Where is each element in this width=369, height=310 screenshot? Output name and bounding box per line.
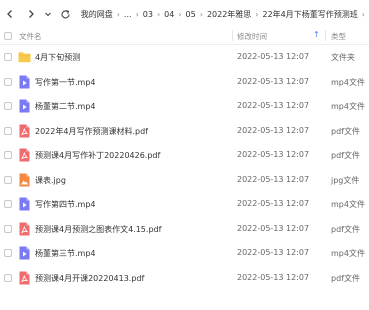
pdf-file-icon — [19, 148, 30, 162]
breadcrumb-separator-icon: › — [135, 9, 139, 19]
file-modified-date: 2022-05-13 12:07 — [237, 199, 310, 208]
file-type: mp4文件 — [331, 102, 365, 111]
video-file-icon — [19, 75, 30, 88]
file-row[interactable]: 杨董第三节.mp4 2022-05-13 12:07 mp4文件 — [0, 241, 369, 266]
breadcrumb-separator-icon: › — [178, 9, 182, 19]
file-type: pdf文件 — [331, 151, 360, 160]
caret-down-icon — [45, 12, 51, 17]
file-name: 写作第四节.mp4 — [35, 200, 96, 209]
file-name: 杨董第三节.mp4 — [35, 249, 96, 258]
file-modified-date: 2022-05-13 12:07 — [237, 125, 310, 135]
history-dropdown-button[interactable] — [42, 6, 53, 22]
file-row[interactable]: 2022年4月写作预测课材料.pdf 2022-05-13 12:07 pdf文… — [0, 119, 369, 144]
image-file-icon — [19, 173, 30, 186]
file-row[interactable]: 写作第四节.mp4 2022-05-13 12:07 mp4文件 — [0, 192, 369, 217]
file-type: mp4文件 — [331, 200, 365, 209]
file-modified-date: 2022-05-13 12:07 — [237, 76, 310, 86]
refresh-icon — [61, 9, 70, 18]
file-row[interactable]: 杨董第二节.mp4 2022-05-13 12:07 mp4文件 — [0, 94, 369, 119]
video-file-icon — [19, 99, 30, 113]
chevron-right-icon — [28, 10, 34, 18]
folder-icon — [18, 52, 31, 63]
column-divider[interactable] — [325, 30, 326, 41]
breadcrumb-2022-ielts[interactable]: 2022年雅思 — [207, 9, 251, 20]
file-type: pdf文件 — [331, 273, 360, 283]
column-header-date[interactable]: 修改时间 — [237, 31, 267, 42]
file-modified-date: 2022-05-13 12:07 — [237, 223, 310, 233]
file-name: 2022年4月写作预测课材料.pdf — [35, 126, 148, 136]
column-header-name[interactable]: 文件名 — [19, 31, 42, 42]
breadcrumb-ellipsis[interactable]: ... — [124, 10, 132, 19]
sort-ascending-icon[interactable]: ↑ — [313, 30, 320, 39]
row-checkbox[interactable] — [4, 151, 12, 159]
file-modified-date: 2022-05-13 12:07 — [237, 150, 310, 159]
file-row[interactable]: 预测课4月开课20220413.pdf 2022-05-13 12:07 pdf… — [0, 266, 369, 291]
breadcrumb-separator-icon: › — [199, 9, 203, 19]
breadcrumb-my-drive[interactable]: 我的网盘 — [81, 9, 113, 20]
breadcrumb-05[interactable]: 05 — [186, 10, 196, 19]
file-type: mp4文件 — [331, 249, 365, 258]
breadcrumb-separator-icon: › — [116, 9, 120, 19]
navigation-bar: 我的网盘 › ... › 03 › 04 › 05 › 2022年雅思 › 22… — [0, 0, 369, 28]
file-name: 预测课4月预测之图表作文4.15.pdf — [35, 224, 162, 234]
file-type: pdf文件 — [331, 224, 360, 234]
file-row[interactable]: 4月下旬预测 2022-05-13 12:07 文件夹 — [0, 45, 369, 70]
file-name: 预测课4月写作补丁20220426.pdf — [35, 151, 161, 160]
file-type: pdf文件 — [331, 126, 360, 136]
column-header-type[interactable]: 类型 — [331, 31, 346, 42]
file-row[interactable]: 课表.jpg 2022-05-13 12:07 jpg文件 — [0, 168, 369, 193]
file-type: 文件夹 — [331, 53, 355, 62]
back-button[interactable] — [2, 6, 17, 22]
file-name: 4月下旬预测 — [35, 53, 81, 62]
forward-button[interactable] — [23, 6, 38, 22]
video-file-icon — [19, 246, 30, 260]
file-modified-date: 2022-05-13 12:07 — [237, 248, 310, 257]
file-name: 预测课4月开课20220413.pdf — [35, 273, 145, 283]
file-modified-date: 2022-05-13 12:07 — [237, 101, 310, 110]
pdf-file-icon — [19, 271, 30, 284]
row-checkbox[interactable] — [4, 249, 12, 257]
row-checkbox[interactable] — [4, 102, 12, 110]
breadcrumb-04[interactable]: 04 — [164, 10, 174, 19]
file-row[interactable]: 写作第一节.mp4 2022-05-13 12:07 mp4文件 — [0, 70, 369, 95]
file-row[interactable]: 预测课4月预测之图表作文4.15.pdf 2022-05-13 12:07 pd… — [0, 217, 369, 242]
select-all-checkbox[interactable] — [4, 32, 12, 40]
breadcrumb-separator-icon: › — [156, 9, 161, 19]
row-checkbox[interactable] — [4, 175, 12, 184]
column-header: 文件名 修改时间 ↑ 类型 — [0, 28, 369, 45]
file-type: mp4文件 — [331, 77, 365, 87]
row-checkbox[interactable] — [4, 126, 12, 135]
file-name: 写作第一节.mp4 — [35, 77, 96, 87]
file-modified-date: 2022-05-13 12:07 — [237, 174, 310, 184]
file-list: 4月下旬预测 2022-05-13 12:07 文件夹 写作第一节.mp4 20… — [0, 45, 369, 290]
row-checkbox[interactable] — [4, 273, 12, 282]
column-divider[interactable] — [232, 30, 233, 41]
pdf-file-icon — [19, 124, 30, 137]
file-type: jpg文件 — [331, 175, 360, 185]
file-modified-date: 2022-05-13 12:07 — [237, 272, 310, 282]
file-modified-date: 2022-05-13 12:07 — [237, 52, 310, 61]
row-checkbox[interactable] — [4, 53, 12, 61]
pdf-file-icon — [19, 222, 30, 235]
breadcrumb-03[interactable]: 03 — [143, 10, 153, 19]
file-name: 课表.jpg — [35, 175, 66, 185]
row-checkbox[interactable] — [4, 224, 12, 233]
file-row[interactable]: 预测课4月写作补丁20220426.pdf 2022-05-13 12:07 p… — [0, 143, 369, 168]
row-checkbox[interactable] — [4, 200, 12, 208]
refresh-button[interactable] — [58, 6, 73, 22]
breadcrumb: 我的网盘 › ... › 03 › 04 › 05 › 2022年雅思 › 22… — [81, 9, 369, 20]
video-file-icon — [19, 197, 30, 211]
chevron-left-icon — [6, 10, 12, 18]
row-checkbox[interactable] — [4, 77, 12, 86]
breadcrumb-separator-icon: › — [255, 9, 259, 19]
breadcrumb-current-folder[interactable]: 22年4月下杨董写作预测班 — [263, 9, 358, 20]
breadcrumb-separator-icon: › — [361, 9, 365, 19]
file-name: 杨董第二节.mp4 — [35, 102, 96, 111]
